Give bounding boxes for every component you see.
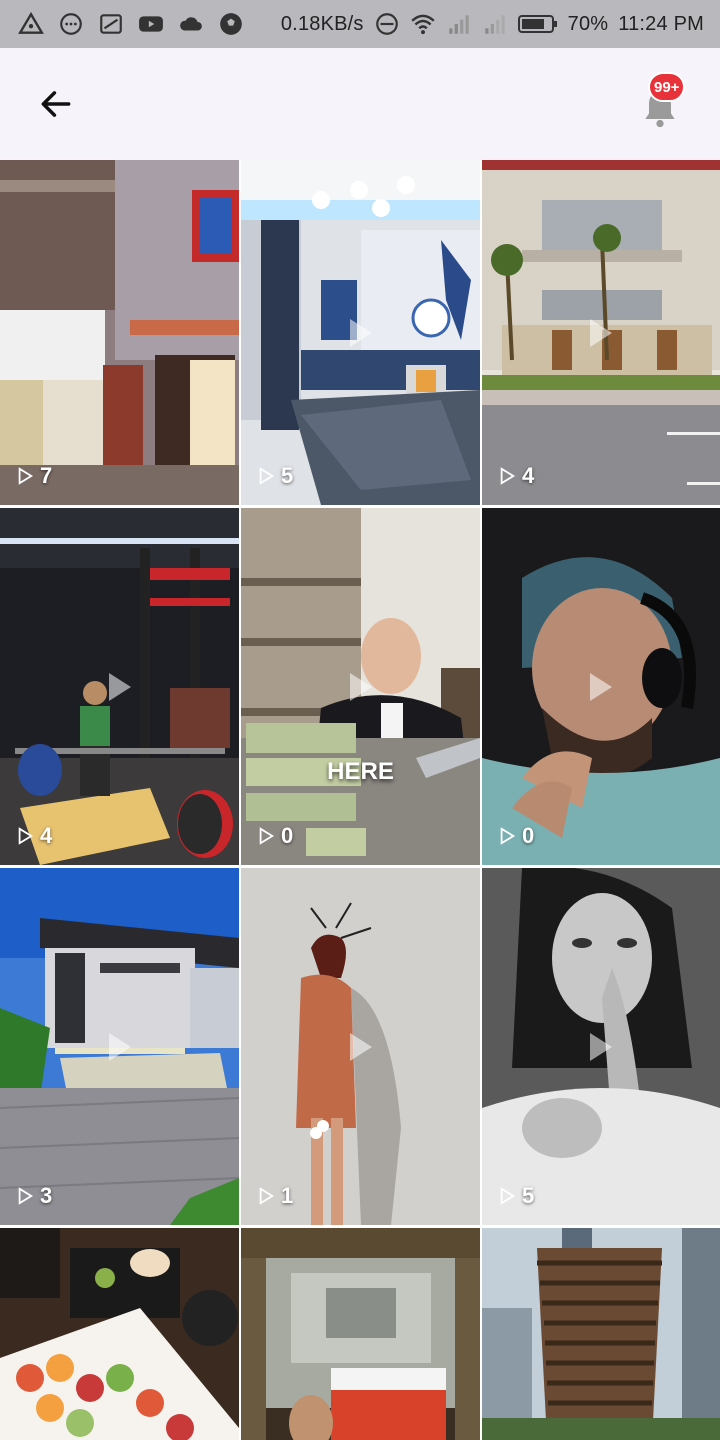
signal-icon <box>482 11 508 37</box>
video-caption-overlay: HERE <box>327 758 394 785</box>
grid-tile[interactable]: 1 <box>241 868 480 1225</box>
status-system-info: 0.18KB/s 70% 11:24 PM <box>281 11 704 37</box>
view-count: 4 <box>498 463 534 489</box>
view-count: 5 <box>257 463 293 489</box>
grid-tile[interactable]: 5 <box>241 160 480 505</box>
notification-badge: 99+ <box>648 72 686 102</box>
grid-tile[interactable]: 5 <box>482 868 720 1225</box>
status-notification-icons <box>18 11 244 37</box>
arrow-left-icon <box>41 91 71 117</box>
grid-tile[interactable] <box>241 1228 480 1440</box>
view-count: 3 <box>16 1183 52 1209</box>
play-icon <box>108 1032 131 1061</box>
view-count: 1 <box>257 1183 293 1209</box>
grid-tile[interactable]: 3 <box>0 868 239 1225</box>
view-count-value: 4 <box>40 823 53 848</box>
play-outline-icon <box>18 467 34 485</box>
cloud-icon <box>178 11 204 37</box>
app-triangle-icon <box>18 11 44 37</box>
play-icon <box>590 1032 612 1061</box>
clock: 11:24 PM <box>618 12 704 35</box>
play-outline-icon <box>259 827 275 845</box>
youtube-icon <box>138 11 164 37</box>
play-outline-icon <box>18 827 34 845</box>
battery-icon <box>517 11 558 37</box>
notifications-button[interactable]: 99+ <box>638 72 690 130</box>
view-count: 5 <box>498 1183 534 1209</box>
play-icon <box>108 672 131 701</box>
thumbnail-playbill <box>241 1228 480 1440</box>
view-count: 0 <box>498 823 534 849</box>
grid-tile[interactable]: HERE 0 <box>241 508 480 865</box>
screenshot-icon <box>98 11 124 37</box>
view-count: 4 <box>16 823 52 849</box>
thumbnail-vessel <box>482 1228 720 1440</box>
view-count-value: 3 <box>40 1183 53 1208</box>
thumbnail-storefront <box>0 160 239 505</box>
play-outline-icon <box>500 1187 516 1205</box>
play-icon <box>349 1032 372 1061</box>
view-count-value: 1 <box>281 1183 294 1208</box>
view-count: 7 <box>16 463 52 489</box>
do-not-disturb-icon <box>374 11 400 37</box>
view-count: 0 <box>257 823 293 849</box>
play-outline-icon <box>500 467 516 485</box>
play-icon <box>349 672 372 701</box>
video-grid: 7 5 4 4 HERE 0 0 3 1 5 <box>0 160 720 1440</box>
play-outline-icon <box>259 1187 275 1205</box>
grid-tile[interactable] <box>0 1228 239 1440</box>
view-count-value: 0 <box>281 823 294 848</box>
play-outline-icon <box>259 467 275 485</box>
wifi-icon <box>410 11 436 37</box>
grid-tile[interactable] <box>482 1228 720 1440</box>
play-icon <box>349 318 372 347</box>
back-button[interactable] <box>26 78 86 130</box>
view-count-value: 7 <box>40 463 53 488</box>
play-icon <box>590 672 612 701</box>
signal-icon <box>446 11 472 37</box>
status-bar: 0.18KB/s 70% 11:24 PM <box>0 0 720 48</box>
grid-tile[interactable]: 4 <box>482 160 720 505</box>
view-count-value: 4 <box>522 463 535 488</box>
grid-tile[interactable]: 7 <box>0 160 239 505</box>
thumbnail-sushi <box>0 1228 239 1440</box>
soccer-ball-icon <box>218 11 244 37</box>
chat-bubble-icon <box>58 11 84 37</box>
play-icon <box>590 318 612 347</box>
network-speed: 0.18KB/s <box>280 12 364 35</box>
play-outline-icon <box>500 827 516 845</box>
view-count-value: 5 <box>522 1183 535 1208</box>
app-bar: 99+ <box>0 48 720 160</box>
play-outline-icon <box>18 1187 34 1205</box>
view-count-value: 0 <box>522 823 535 848</box>
grid-tile[interactable]: 0 <box>482 508 720 865</box>
grid-tile[interactable]: 4 <box>0 508 239 865</box>
view-count-value: 5 <box>281 463 294 488</box>
battery-percent: 70% <box>567 12 609 35</box>
